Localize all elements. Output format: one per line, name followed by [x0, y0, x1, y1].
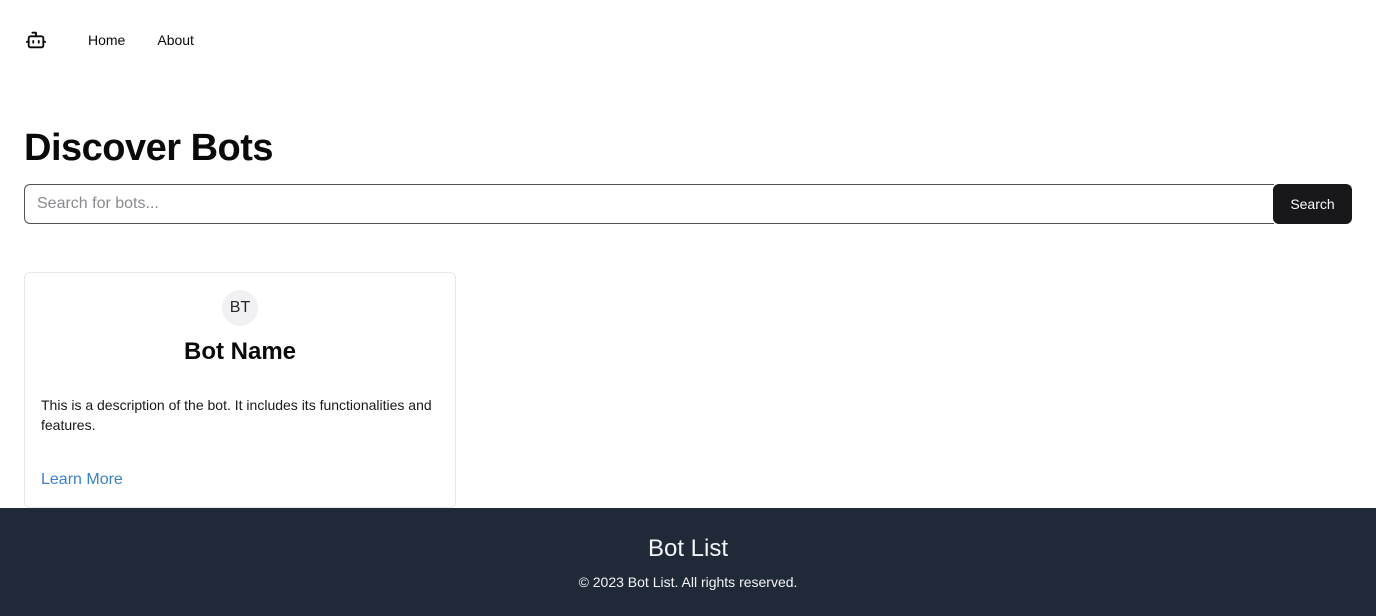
nav-links: Home About [88, 30, 194, 50]
page: Home About Discover Bots Search BT Bot N… [0, 0, 1376, 616]
page-title: Discover Bots [24, 127, 274, 169]
avatar: BT [222, 290, 258, 326]
bot-name: Bot Name [183, 338, 297, 365]
footer-title: Bot List [647, 535, 729, 562]
footer: Bot List © 2023 Bot List. All rights res… [0, 508, 1376, 616]
bot-logo-icon[interactable] [24, 28, 48, 52]
search-bar: Search [24, 184, 1352, 224]
top-nav: Home About [0, 0, 1376, 80]
nav-link-home[interactable]: Home [88, 30, 125, 50]
learn-more-link[interactable]: Learn More [41, 469, 123, 491]
bot-description: This is a description of the bot. It inc… [41, 397, 432, 433]
footer-copyright: © 2023 Bot List. All rights reserved. [578, 574, 798, 590]
nav-link-about[interactable]: About [157, 30, 194, 50]
search-input[interactable] [24, 184, 1274, 224]
search-button[interactable]: Search [1273, 184, 1352, 224]
bot-card: BT Bot Name This is a description of the… [24, 272, 456, 508]
